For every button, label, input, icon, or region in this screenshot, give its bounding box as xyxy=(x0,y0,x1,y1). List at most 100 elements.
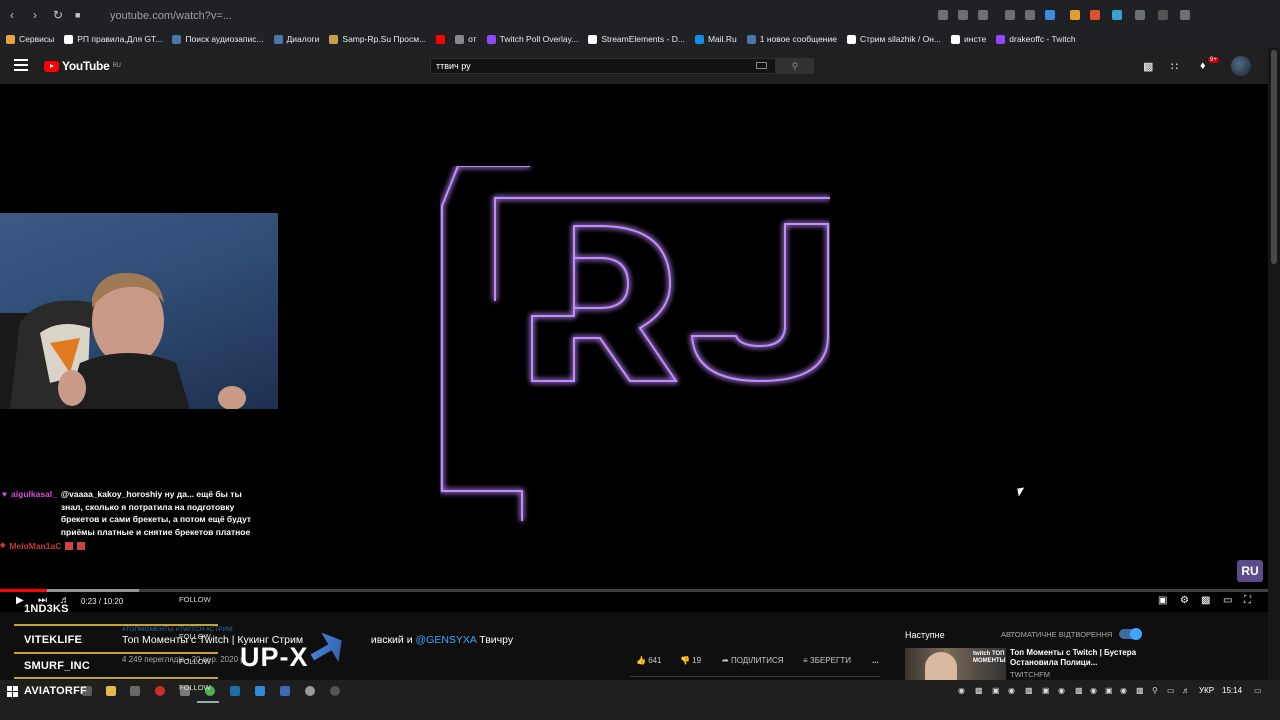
bookmarks-bar: Сервисы РП правила,Для GT... Поиск аудиоза… xyxy=(0,30,1280,48)
save-button[interactable]: ≡ ЗБЕРЕГТИ xyxy=(803,656,851,665)
hashtags[interactable]: #ТОПМОМЕНТЫ #TWITCH #СТРИМ xyxy=(122,626,233,633)
follow-label: FOLLOW xyxy=(179,683,211,692)
tray-icon[interactable]: ◉ xyxy=(1090,686,1097,695)
tray-icon[interactable]: ▣ xyxy=(1042,686,1050,695)
extension-icon[interactable] xyxy=(1112,10,1122,20)
bookmark-item[interactable]: Mail.Ru xyxy=(694,34,737,44)
autoplay-toggle[interactable] xyxy=(1119,628,1142,640)
mention-link[interactable]: @GENSYXA xyxy=(416,634,477,646)
chat-text: @vaaaa_kakoy_horoshiy ну да... ещё бы ты… xyxy=(60,489,252,537)
dislike-button[interactable]: 👎 19 xyxy=(680,656,701,665)
bell-icon[interactable]: ♦ xyxy=(1200,60,1206,72)
address-bar[interactable]: youtube.com/watch?v=... xyxy=(110,10,232,22)
bookmark-item[interactable]: 1 новое сообщение xyxy=(746,34,837,44)
tray-icon[interactable]: ◉ xyxy=(1058,686,1065,695)
like-button[interactable]: 👍 641 xyxy=(636,656,662,665)
play-icon[interactable]: ▶ xyxy=(16,595,24,606)
up-next-channel[interactable]: TWITCHFM xyxy=(1010,670,1050,679)
profile-icon[interactable] xyxy=(1180,10,1190,20)
progress-bar[interactable] xyxy=(0,589,1268,592)
chat-message: ♥ aigulkasal_ @vaaaa_kakoy_horoshiy ну д… xyxy=(0,488,278,538)
windows-start-icon[interactable] xyxy=(7,686,18,697)
tray-icon[interactable]: ▩ xyxy=(1025,686,1033,695)
extension-icon[interactable] xyxy=(1005,10,1015,20)
extension-icon[interactable] xyxy=(1025,10,1035,20)
tray-icon[interactable]: ▩ xyxy=(1075,686,1083,695)
star-icon[interactable] xyxy=(978,10,988,20)
bookmark-item[interactable]: РП правила,Для GT... xyxy=(64,34,162,44)
up-next-title[interactable]: Топ Моменты с Twitch | Бустера Остановил… xyxy=(1010,648,1150,668)
extension-icon[interactable] xyxy=(938,10,948,20)
settings-icon[interactable] xyxy=(305,686,315,696)
tray-icon[interactable]: ◉ xyxy=(1120,686,1127,695)
search-button[interactable]: ⚲ xyxy=(776,58,814,74)
bookmark-item[interactable]: Диалоги xyxy=(273,34,319,44)
heart-icon: ♥ xyxy=(2,489,8,499)
page-scrollbar[interactable] xyxy=(1268,48,1280,680)
app-icon[interactable] xyxy=(130,686,140,696)
extension-icon[interactable] xyxy=(1158,10,1168,20)
home-icon[interactable]: ■ xyxy=(75,10,80,20)
tray-icon[interactable]: ◉ xyxy=(1008,686,1015,695)
headphones-icon[interactable]: ◉ xyxy=(958,686,965,695)
bookmark-item[interactable]: StreamElements - D... xyxy=(588,34,685,44)
volume-icon[interactable]: ♬ xyxy=(1182,686,1190,695)
app-icon[interactable] xyxy=(280,686,290,696)
app-icon[interactable] xyxy=(330,686,340,696)
theater-mode-icon[interactable]: ▭ xyxy=(1223,595,1232,606)
extension-icon[interactable] xyxy=(1070,10,1080,20)
tray-icon[interactable]: ▩ xyxy=(975,686,983,695)
bookmark-item[interactable]: Стрим silazhik / Он... xyxy=(846,34,942,44)
extension-icon[interactable] xyxy=(1090,10,1100,20)
miniplayer-icon[interactable]: ▩ xyxy=(1201,595,1210,606)
bookmark-label: Стрим silazhik / Он... xyxy=(859,34,942,44)
keyboard-icon[interactable] xyxy=(756,62,767,69)
forward-icon[interactable]: › xyxy=(33,8,37,22)
extension-icon[interactable] xyxy=(1135,10,1145,20)
clock[interactable]: 15:14 xyxy=(1222,686,1242,695)
leaderboard-divider xyxy=(14,624,218,626)
steam-icon[interactable] xyxy=(230,686,240,696)
file-explorer-icon[interactable] xyxy=(106,686,116,696)
search-input[interactable]: ттвич ру xyxy=(430,58,776,74)
autoplay-label: АВТОМАТИЧНЕ ВІДТВОРЕННЯ xyxy=(1001,630,1113,639)
tray-icon[interactable]: ▩ xyxy=(1136,686,1144,695)
apps-icon[interactable]: ∷ xyxy=(1171,60,1178,73)
youtube-logo[interactable]: YouTube RU xyxy=(44,59,121,73)
create-video-icon[interactable]: ▩ xyxy=(1143,60,1153,73)
share-button[interactable]: ➦ ПОДІЛИТИСЯ xyxy=(722,656,784,665)
bookmark-item[interactable]: от xyxy=(455,34,477,44)
extension-icon[interactable] xyxy=(1045,10,1055,20)
bookmark-item[interactable]: Twitch Poll Overlay... xyxy=(486,34,578,44)
bookmark-item[interactable]: Поиск аудиозапис... xyxy=(172,34,264,44)
opera-icon[interactable] xyxy=(155,686,165,696)
fullscreen-icon[interactable]: ⛶ xyxy=(1244,595,1251,606)
save-label: ЗБЕРЕГТИ xyxy=(809,656,851,665)
display-icon[interactable]: ▭ xyxy=(1167,686,1175,695)
tray-icon[interactable]: ▣ xyxy=(1105,686,1113,695)
bookmark-item[interactable]: drakeoffc - Twitch xyxy=(996,34,1076,44)
extension-icon[interactable] xyxy=(958,10,968,20)
subtitles-icon[interactable]: ▣ xyxy=(1158,595,1167,606)
scrollbar-thumb[interactable] xyxy=(1271,50,1277,264)
bookmark-item[interactable]: Сервисы xyxy=(6,34,54,44)
reload-icon[interactable]: ↻ xyxy=(53,8,63,22)
action-center-icon[interactable]: ▭ xyxy=(1254,686,1262,695)
network-icon[interactable]: ⚲ xyxy=(1152,686,1158,695)
back-icon[interactable]: ‹ xyxy=(10,8,14,22)
bookmark-item[interactable]: Samp-Rp.Su Просм... xyxy=(329,34,426,44)
tray-icon[interactable]: ▣ xyxy=(992,686,1000,695)
channel-watermark[interactable]: RU xyxy=(1237,560,1263,582)
notification-badge: 9+ xyxy=(1208,57,1219,63)
app-icon[interactable] xyxy=(255,686,265,696)
chat-username: MeloMan1aC xyxy=(9,541,62,551)
language-indicator[interactable]: УКР xyxy=(1199,686,1214,695)
bookmark-item[interactable] xyxy=(436,34,446,44)
up-next-thumbnail[interactable]: twitch ТОП МОМЕНТЫ xyxy=(905,648,1006,680)
more-actions-button[interactable]: ... xyxy=(872,656,879,665)
video-info: #ТОПМОМЕНТЫ #TWITCH #СТРИМ Топ Моменты с… xyxy=(0,612,1268,680)
bookmark-item[interactable]: инсте xyxy=(951,34,986,44)
hamburger-menu-icon[interactable] xyxy=(14,59,28,71)
avatar[interactable] xyxy=(1231,56,1251,76)
settings-icon[interactable]: ⚙ xyxy=(1180,595,1189,606)
